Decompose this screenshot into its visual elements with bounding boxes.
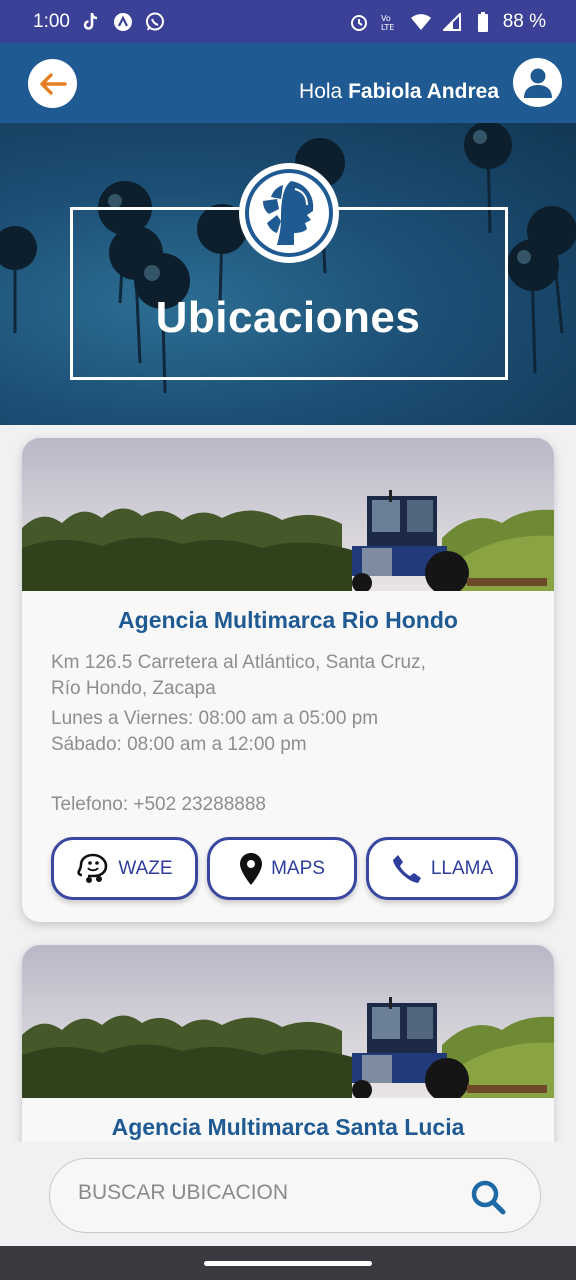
phone-icon [392, 854, 421, 883]
status-bar: 1:00 Vo LTE 88 % [0, 0, 576, 43]
alarm-icon [348, 11, 370, 33]
whatsapp-icon [144, 11, 166, 33]
location-hours: Lunes a Viernes: 08:00 am a 05:00 pm Sáb… [51, 706, 525, 758]
signal-icon [441, 11, 463, 33]
call-label: LLAMA [430, 857, 494, 879]
search-box [49, 1158, 541, 1233]
location-address: Km 126.5 Carretera al Atlántico, Santa C… [51, 650, 525, 702]
battery-icon [472, 11, 494, 33]
search-input[interactable] [78, 1181, 438, 1205]
hours-saturday: Sábado: 08:00 am a 12:00 pm [51, 734, 307, 755]
svg-text:LTE: LTE [381, 23, 394, 32]
greeting-prefix: Hola [299, 80, 343, 103]
maps-button[interactable]: MAPS [207, 837, 357, 900]
waze-button[interactable]: WAZE [51, 837, 198, 900]
svg-text:Vo: Vo [381, 14, 391, 23]
home-indicator[interactable] [204, 1261, 372, 1266]
location-photo [22, 438, 554, 591]
arrow-left-icon [39, 72, 67, 95]
location-name: Agencia Multimarca Rio Hondo [118, 607, 458, 633]
brand-logo [239, 163, 339, 263]
status-time: 1:00 [33, 10, 70, 32]
map-pin-icon [240, 852, 263, 885]
call-button[interactable]: LLAMA [366, 837, 518, 900]
location-name: Agencia Multimarca Santa Lucia [111, 1114, 465, 1140]
back-button[interactable] [28, 59, 77, 108]
app-header: Hola Fabiola Andrea [0, 43, 576, 123]
waze-icon [77, 853, 108, 883]
profile-button[interactable] [513, 58, 562, 107]
volte-icon: Vo LTE [379, 11, 401, 33]
location-card[interactable]: Agencia Multimarca Rio Hondo Km 126.5 Ca… [22, 438, 554, 922]
user-name: Fabiola Andrea [348, 80, 499, 103]
user-icon [523, 68, 552, 98]
system-nav-bar [0, 1246, 576, 1280]
action-buttons: WAZE MAPS LLAMA [51, 837, 518, 900]
location-details: Km 126.5 Carretera al Atlántico, Santa C… [22, 650, 554, 818]
tiktok-icon [80, 11, 102, 33]
page-title: Ubicaciones [155, 293, 421, 342]
address-line-2: Río Hondo, Zacapa [51, 678, 216, 699]
search-bar [0, 1142, 576, 1246]
waze-label: WAZE [118, 857, 173, 879]
search-icon [471, 1180, 506, 1215]
location-phone: Telefono: +502 23288888 [51, 794, 267, 815]
address-line-1: Km 126.5 Carretera al Atlántico, Santa C… [51, 652, 426, 673]
hero-banner: Ubicaciones [0, 123, 576, 425]
brand-logo-icon [245, 169, 333, 257]
greeting: Hola Fabiola Andrea [299, 80, 499, 104]
app-icon [112, 11, 134, 33]
maps-label: MAPS [271, 857, 325, 879]
battery-percent: 88 % [502, 10, 546, 32]
location-photo [22, 945, 554, 1098]
wifi-icon [410, 11, 432, 33]
search-button[interactable] [468, 1177, 508, 1217]
hours-weekdays: Lunes a Viernes: 08:00 am a 05:00 pm [51, 708, 379, 729]
